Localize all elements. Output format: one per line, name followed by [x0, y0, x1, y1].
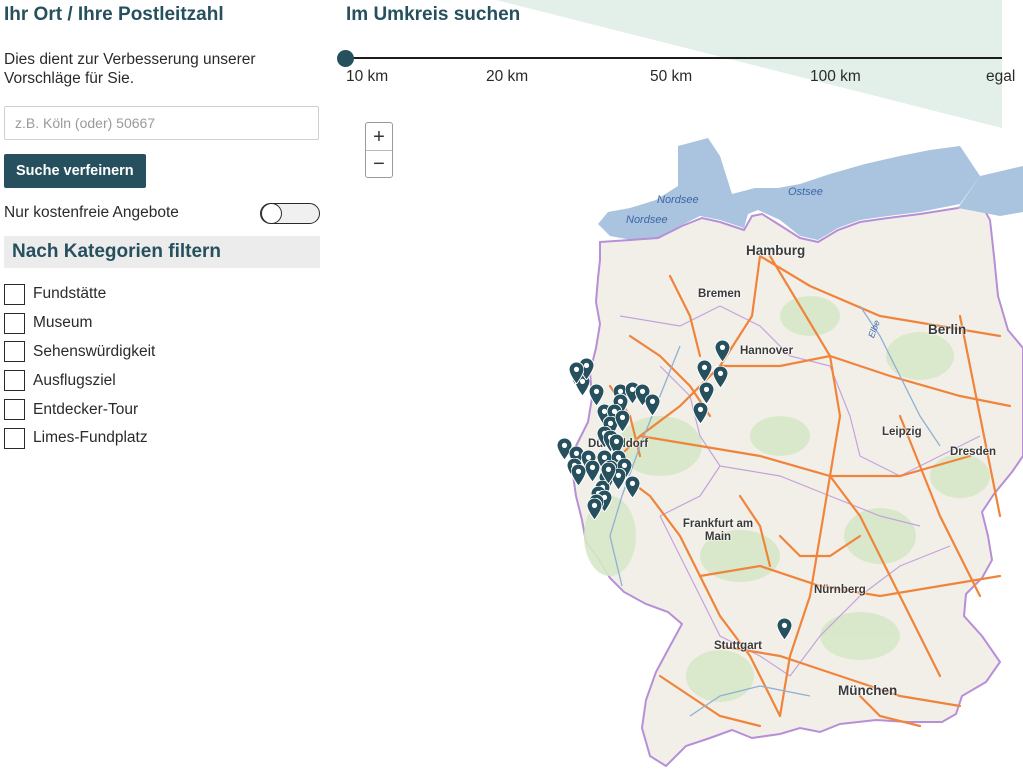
- checkbox[interactable]: [4, 370, 25, 392]
- sea-label-nordsee: Nordsee: [657, 194, 699, 206]
- city-label-dresden: Dresden: [950, 446, 997, 458]
- location-title: Ihr Ort / Ihre Postleitzahl: [4, 4, 224, 25]
- map-pin-icon[interactable]: [776, 617, 793, 641]
- map-pin-icon[interactable]: [644, 393, 661, 417]
- map-pin-icon[interactable]: [624, 475, 641, 499]
- radius-slider-track[interactable]: [346, 57, 1002, 59]
- category-list: Fundstätte Museum Sehenswürdigkeit Ausfl…: [4, 280, 320, 453]
- category-item-ausflugsziel[interactable]: Ausflugsziel: [4, 366, 320, 395]
- zoom-out-button[interactable]: −: [366, 150, 392, 177]
- city-label-hamburg: Hamburg: [746, 243, 806, 258]
- category-filter-title: Nach Kategorien filtern: [12, 241, 222, 262]
- zoom-in-button[interactable]: +: [366, 123, 392, 150]
- map-pin-icon[interactable]: [696, 359, 713, 383]
- category-label: Entdecker-Tour: [33, 400, 139, 418]
- category-label: Museum: [33, 314, 93, 332]
- category-item-museum[interactable]: Museum: [4, 309, 320, 338]
- map-pin-icon[interactable]: [714, 339, 731, 363]
- radius-tick-egal[interactable]: egal: [986, 68, 1015, 86]
- map-pin-icon[interactable]: [570, 463, 587, 487]
- category-label: Ausflugsziel: [33, 371, 116, 389]
- radius-tick-20km[interactable]: 20 km: [486, 68, 528, 86]
- zoom-control: + −: [365, 122, 393, 178]
- map-pin-icon[interactable]: [568, 361, 585, 385]
- map-pin-icon[interactable]: [712, 365, 729, 389]
- location-description: Dies dient zur Verbesserung unserer Vors…: [4, 51, 256, 87]
- map-pin-icon[interactable]: [584, 459, 601, 483]
- refine-search-button[interactable]: Suche verfeinern: [4, 154, 146, 188]
- category-label: Limes-Fundplatz: [33, 429, 148, 447]
- map-tiles: [570, 138, 1023, 768]
- radius-tick-10km[interactable]: 10 km: [346, 68, 388, 86]
- sea-label-nordsee-2: Nordsee: [626, 214, 668, 226]
- radius-tick-100km[interactable]: 100 km: [810, 68, 861, 86]
- free-offers-toggle[interactable]: [260, 202, 320, 224]
- category-item-limes-fundplatz[interactable]: Limes-Fundplatz: [4, 424, 320, 453]
- checkbox[interactable]: [4, 341, 25, 363]
- checkbox[interactable]: [4, 399, 25, 421]
- postcode-input[interactable]: [4, 106, 319, 140]
- category-label: Sehenswürdigkeit: [33, 342, 156, 360]
- map-pin-icon[interactable]: [586, 497, 603, 521]
- map-pin-icon[interactable]: [698, 381, 715, 405]
- sea-label-ostsee: Ostsee: [788, 186, 823, 198]
- map[interactable]: + − Nordsee Nordsee Ostsee Elbe Hamburg …: [360, 116, 1023, 774]
- checkbox[interactable]: [4, 427, 25, 449]
- map-pin-icon[interactable]: [600, 461, 617, 485]
- radius-slider-handle[interactable]: [337, 50, 354, 67]
- radius-tick-50km[interactable]: 50 km: [650, 68, 692, 86]
- category-label: Fundstätte: [33, 285, 107, 303]
- map-pin-icon[interactable]: [614, 409, 631, 433]
- city-label-leipzig: Leipzig: [882, 426, 922, 438]
- city-label-hannover: Hannover: [740, 345, 794, 357]
- city-label-berlin: Berlin: [928, 322, 967, 337]
- category-item-sehenswuerdigkeit[interactable]: Sehenswürdigkeit: [4, 338, 320, 367]
- category-item-entdecker-tour[interactable]: Entdecker-Tour: [4, 395, 320, 424]
- checkbox[interactable]: [4, 312, 25, 334]
- category-filter-header: Nach Kategorien filtern: [4, 236, 320, 268]
- free-offers-label: Nur kostenfreie Angebote: [4, 204, 179, 221]
- city-label-nuernberg: Nürnberg: [814, 584, 866, 596]
- city-label-muenchen: München: [838, 683, 898, 698]
- radius-title: Im Umkreis suchen: [346, 4, 521, 25]
- filter-panel: Ihr Ort / Ihre Postleitzahl Dies dient z…: [4, 0, 320, 453]
- free-offers-row: Nur kostenfreie Angebote: [4, 202, 320, 224]
- city-label-bremen: Bremen: [698, 288, 741, 300]
- city-label-frankfurt: Frankfurt am Main: [682, 518, 754, 543]
- checkbox[interactable]: [4, 283, 25, 305]
- radius-section: Im Umkreis suchen 10 km 20 km 50 km 100 …: [337, 0, 1023, 130]
- category-item-fundstaette[interactable]: Fundstätte: [4, 280, 320, 309]
- map-pin-icon[interactable]: [692, 401, 709, 425]
- toggle-knob: [261, 202, 282, 224]
- city-label-stuttgart: Stuttgart: [714, 640, 762, 652]
- map-pin-icon[interactable]: [588, 383, 605, 407]
